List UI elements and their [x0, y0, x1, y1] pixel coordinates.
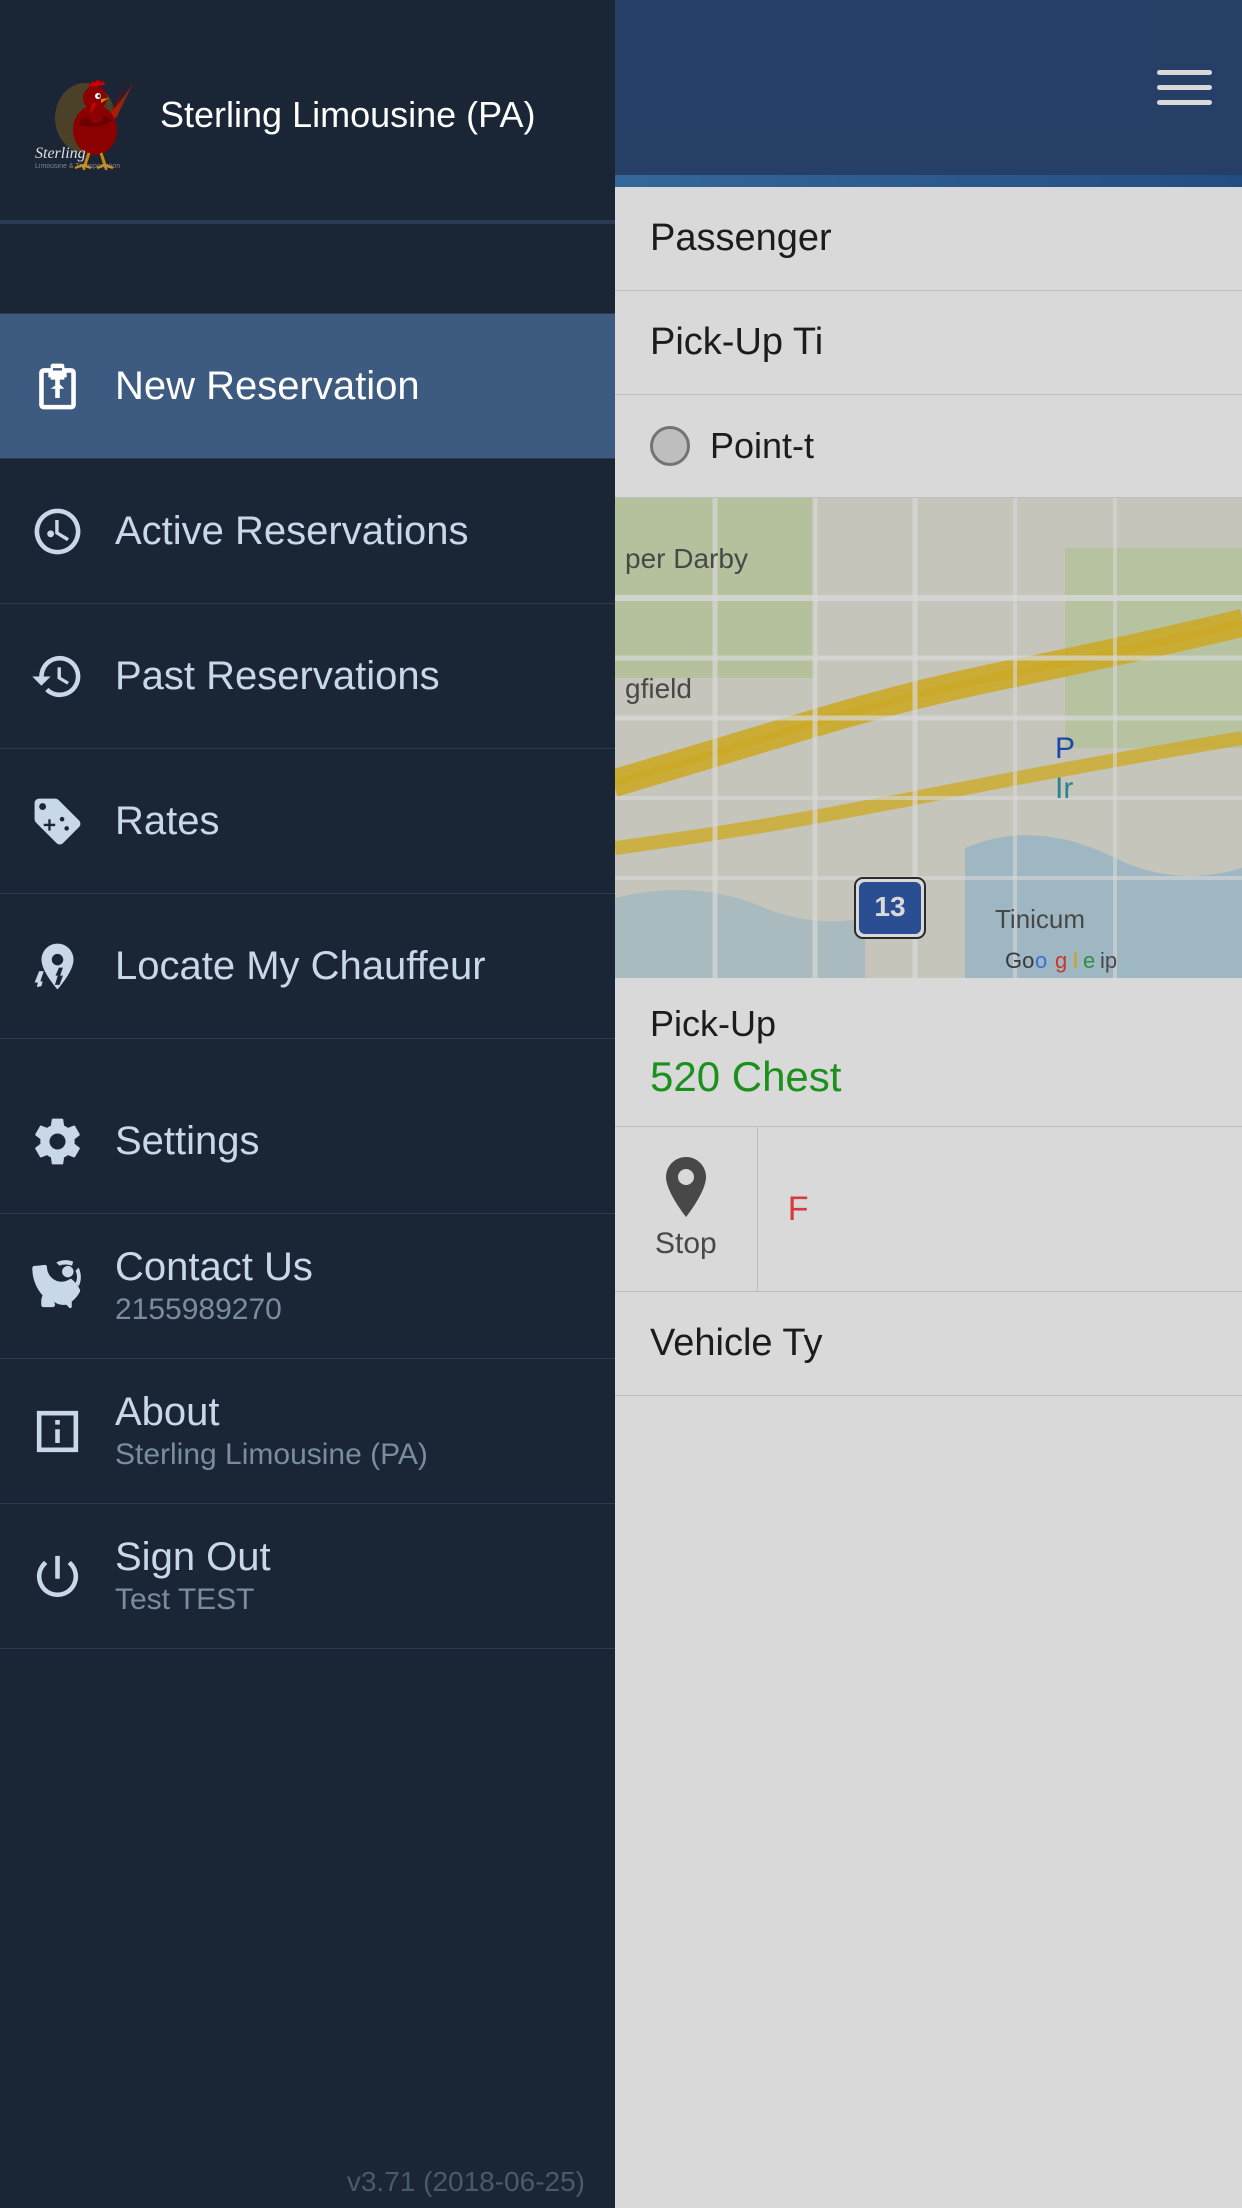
sidebar-item-new-reservation[interactable]: New Reservation [0, 314, 615, 459]
gear-icon [30, 1114, 85, 1169]
sidebar-item-about[interactable]: About Sterling Limousine (PA) [0, 1359, 615, 1504]
pickup-label: Pick-Up [650, 1003, 1207, 1045]
vehicle-type-field[interactable]: Vehicle Ty [615, 1292, 1242, 1396]
clipboard-edit-icon [30, 359, 85, 414]
passenger-field[interactable]: Passenger [615, 187, 1242, 291]
svg-text:per Darby: per Darby [625, 543, 748, 574]
map-area[interactable]: 13 per Darby gfield Tinicum P Ir Go o g … [615, 498, 1242, 978]
tag-dollar-icon [30, 794, 85, 849]
rates-label: Rates [115, 799, 220, 843]
radio-circle [650, 426, 690, 466]
sign-out-user: Test TEST [115, 1583, 271, 1617]
about-sublabel: Sterling Limousine (PA) [115, 1438, 428, 1472]
progress-bar [615, 175, 1242, 187]
user-section [0, 224, 615, 314]
sign-out-label: Sign Out [115, 1535, 271, 1579]
stop-pin-icon [661, 1157, 711, 1217]
stop-button[interactable]: Stop [615, 1127, 758, 1291]
about-content: About Sterling Limousine (PA) [115, 1390, 428, 1472]
sidebar: Sterling Limousine & Transportation Ster… [0, 0, 615, 2208]
past-reservations-label: Past Reservations [115, 654, 440, 698]
svg-text:Go: Go [1005, 948, 1034, 973]
pickup-time-field[interactable]: Pick-Up Ti [615, 291, 1242, 395]
phone-wave-icon [30, 1259, 85, 1314]
svg-text:Ir: Ir [1055, 772, 1073, 805]
pickup-section: Pick-Up 520 Chest [615, 978, 1242, 1127]
svg-text:l: l [1073, 948, 1078, 973]
point-to-point-label: Point-t [710, 425, 814, 467]
svg-text:e: e [1083, 948, 1095, 973]
contact-us-label: Contact Us [115, 1245, 313, 1289]
settings-label: Settings [115, 1119, 260, 1163]
logo-container: Sterling Limousine & Transportation Ster… [30, 60, 536, 170]
right-topbar [615, 0, 1242, 175]
hamburger-line-3 [1157, 100, 1212, 105]
nav-spacer [0, 1039, 615, 1069]
pickup-time-label: Pick-Up Ti [650, 321, 823, 363]
sidebar-header: Sterling Limousine & Transportation Ster… [0, 0, 615, 220]
stop-flag-label: F [788, 1190, 809, 1228]
map-svg: 13 per Darby gfield Tinicum P Ir Go o g … [615, 498, 1242, 978]
stop-row: Stop F [615, 1127, 1242, 1292]
about-label: About [115, 1390, 428, 1434]
svg-text:13: 13 [874, 891, 905, 922]
sign-out-content: Sign Out Test TEST [115, 1535, 271, 1617]
stop-label: Stop [655, 1227, 717, 1261]
sidebar-item-settings[interactable]: Settings [0, 1069, 615, 1214]
contact-us-phone: 2155989270 [115, 1293, 313, 1327]
stop-right-content: F [758, 1160, 1242, 1259]
svg-text:P: P [1055, 732, 1075, 765]
hamburger-button[interactable] [1157, 70, 1212, 105]
sidebar-item-active-reservations[interactable]: Active Reservations [0, 459, 615, 604]
sidebar-item-rates[interactable]: Rates [0, 749, 615, 894]
right-panel: Passenger Pick-Up Ti Point-t [615, 0, 1242, 2208]
passenger-label: Passenger [650, 217, 832, 259]
sidebar-item-contact-us[interactable]: Contact Us 2155989270 [0, 1214, 615, 1359]
svg-text:gfield: gfield [625, 673, 692, 704]
locate-chauffeur-label: Locate My Chauffeur [115, 944, 486, 988]
new-reservation-label: New Reservation [115, 364, 420, 408]
active-reservations-label: Active Reservations [115, 509, 468, 553]
clock-check-icon [30, 504, 85, 559]
point-to-point-option[interactable]: Point-t [615, 395, 1242, 498]
company-name: Sterling Limousine (PA) [160, 93, 536, 136]
sterling-logo: Sterling Limousine & Transportation [30, 60, 140, 170]
vehicle-type-label: Vehicle Ty [650, 1322, 823, 1364]
nav-items: New Reservation Active Reservations Past… [0, 314, 615, 2156]
svg-text:Limousine & Transportation: Limousine & Transportation [35, 163, 120, 170]
clock-history-icon [30, 649, 85, 704]
sidebar-item-past-reservations[interactable]: Past Reservations [0, 604, 615, 749]
power-icon [30, 1549, 85, 1604]
svg-text:Sterling: Sterling [35, 145, 86, 162]
contact-us-content: Contact Us 2155989270 [115, 1245, 313, 1327]
sidebar-item-sign-out[interactable]: Sign Out Test TEST [0, 1504, 615, 1649]
svg-text:ip: ip [1100, 948, 1117, 973]
hamburger-line-2 [1157, 85, 1212, 90]
version-text: v3.71 (2018-06-25) [0, 2156, 615, 2208]
pickup-address: 520 Chest [650, 1053, 1207, 1101]
right-content: Passenger Pick-Up Ti Point-t [615, 187, 1242, 2208]
sidebar-item-locate-chauffeur[interactable]: Locate My Chauffeur [0, 894, 615, 1039]
hamburger-line-1 [1157, 70, 1212, 75]
map-person-icon [30, 939, 85, 994]
svg-text:o: o [1035, 948, 1047, 973]
info-square-icon [30, 1404, 85, 1459]
svg-text:Tinicum: Tinicum [995, 904, 1085, 934]
svg-text:g: g [1055, 948, 1067, 973]
